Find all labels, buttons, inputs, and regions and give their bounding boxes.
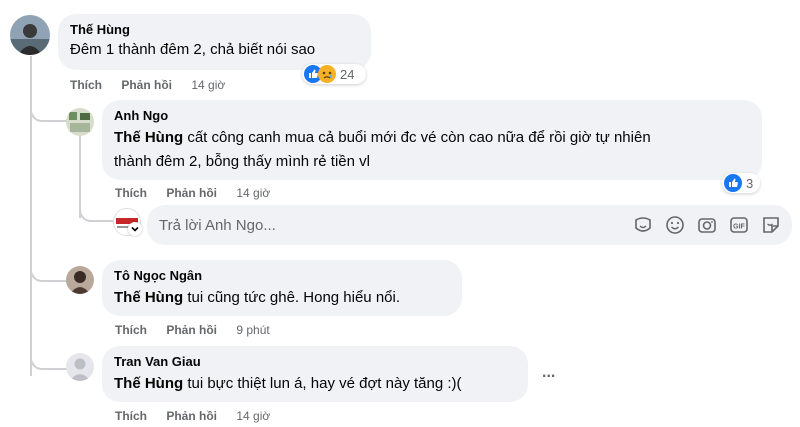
chevron-down-icon[interactable] [128,222,142,236]
avatar[interactable] [10,15,50,55]
like-icon [724,174,742,192]
reaction-count: 3 [746,175,754,191]
comment-author[interactable]: Thế Hùng [70,22,359,38]
thread-elbow-1 [30,96,68,122]
thread-elbow-reply [79,196,113,222]
comment-text: Thế Hùng tui cũng tức ghê. Hong hiểu nổi… [114,288,450,308]
thread-elbow-2 [30,256,68,282]
svg-text:GIF: GIF [733,224,745,231]
avatar[interactable] [66,353,94,381]
comment-bubble: Tô Ngọc Ngân Thế Hùng tui cũng tức ghê. … [102,260,462,316]
like-button[interactable]: Thích [115,408,147,424]
comment-bubble: Anh Ngo Thế Hùng cất công canh mua cả bu… [102,100,762,180]
sticker-icon[interactable] [760,214,782,236]
more-options-button[interactable]: ... [542,364,555,382]
comment-timestamp[interactable]: 14 giờ [236,408,270,424]
comment-author[interactable]: Anh Ngo [114,108,750,124]
like-button[interactable]: Thích [115,322,147,338]
thread-elbow-3 [30,344,68,370]
comment-text: Thế Hùng tui bực thiệt lun á, hay vé đợt… [114,374,516,394]
comment-actions: Thích Phản hồi 9 phút [115,322,286,338]
comment-actions: Thích Phản hồi 14 giờ [115,185,286,201]
comment-text-part: tui cũng tức ghê. Hong hiểu nổi. [183,289,401,306]
reply-button[interactable]: Phản hồi [166,185,217,201]
like-button[interactable]: Thích [115,185,147,201]
comment-actions: Thích Phản hồi 14 giờ [70,77,241,93]
like-button[interactable]: Thích [70,77,102,93]
comment-text: Thế Hùng cất công canh mua cả buổi mới đ… [114,128,750,148]
comment-timestamp[interactable]: 14 giờ [191,77,225,93]
comment-bubble: Tran Van Giau Thế Hùng tui bực thiệt lun… [102,346,528,402]
reply-button[interactable]: Phản hồi [166,322,217,338]
gif-icon[interactable]: GIF [728,214,750,236]
comment-timestamp[interactable]: 9 phút [236,322,269,338]
avatar[interactable] [66,108,94,136]
comment-timestamp[interactable]: 14 giờ [236,185,270,201]
camera-icon[interactable] [696,214,718,236]
reply-button[interactable]: Phản hồi [121,77,172,93]
comment-text-line2: thành đêm 2, bỗng thấy mình rẻ tiền vl [114,153,370,170]
comment-text: Đêm 1 thành đêm 2, chả biết nói sao [70,41,316,58]
emoji-icon[interactable] [664,214,686,236]
reaction-summary[interactable]: 3 [722,173,760,193]
mention-link[interactable]: Thế Hùng [114,375,183,392]
reply-button[interactable]: Phản hồi [166,408,217,424]
reaction-summary[interactable]: 24 [302,64,366,84]
reply-placeholder: Trả lời Anh Ngo... [159,216,276,234]
mention-link[interactable]: Thế Hùng [114,289,183,306]
mention-link[interactable]: Thế Hùng [114,129,183,146]
comment-author[interactable]: Tran Van Giau [114,354,516,370]
sad-icon [318,65,336,83]
comment-bubble: Thế Hùng Đêm 1 thành đêm 2, chả biết nói… [58,14,371,70]
comment-text-part: cất công canh mua cả buổi mới đc vé còn … [183,129,651,146]
avatar[interactable] [66,266,94,294]
comment-actions: Thích Phản hồi 14 giờ [115,408,286,424]
reaction-count: 24 [340,66,355,82]
sticker-face-icon[interactable] [632,214,654,236]
comment-text-part: tui bực thiệt lun á, hay vé đợt này tăng… [183,375,462,392]
comment-author[interactable]: Tô Ngọc Ngân [114,268,450,284]
reply-input[interactable]: Trả lời Anh Ngo... GIF [147,205,792,245]
